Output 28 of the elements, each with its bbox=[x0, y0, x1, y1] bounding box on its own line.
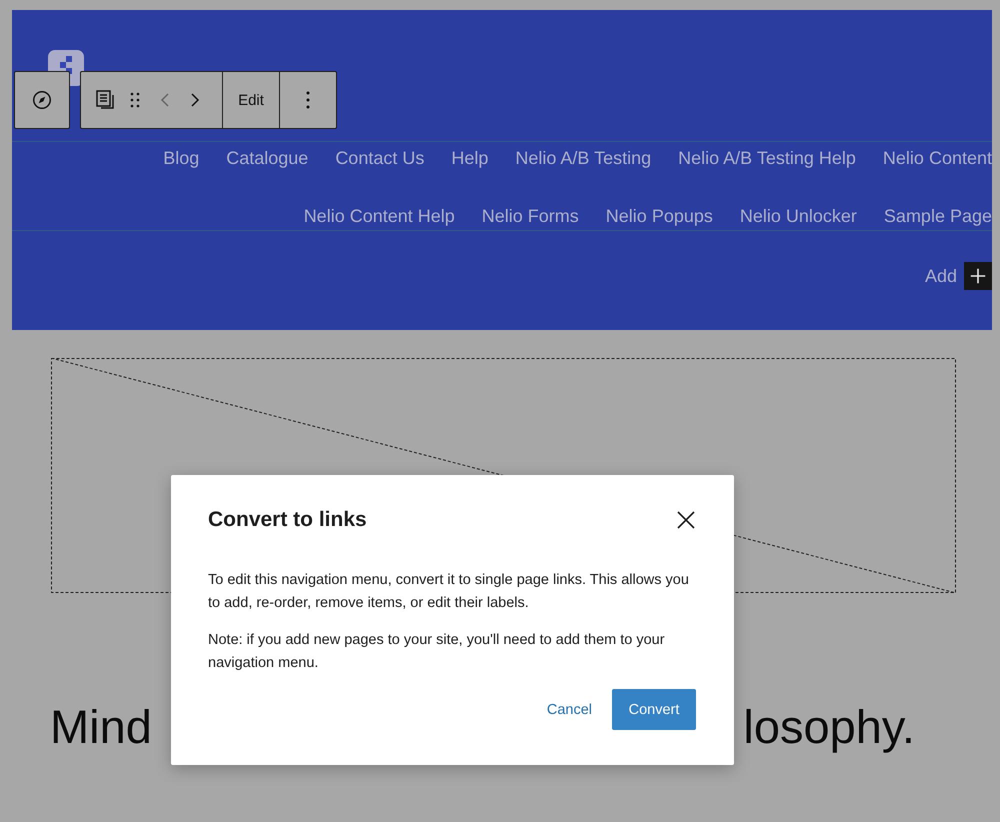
nav-link[interactable]: Nelio A/B Testing bbox=[515, 146, 652, 170]
heading-text: losophy. bbox=[743, 699, 915, 755]
close-icon bbox=[676, 510, 696, 530]
more-icon bbox=[306, 91, 310, 109]
dialog-title: Convert to links bbox=[208, 508, 367, 532]
chevron-left-icon bbox=[160, 92, 170, 108]
nav-link[interactable]: Nelio Content Help bbox=[304, 204, 455, 228]
plus-icon bbox=[969, 267, 987, 285]
heading-text: Mind bbox=[50, 699, 152, 755]
nav-link[interactable]: Help bbox=[451, 146, 488, 170]
add-label: Add bbox=[924, 266, 957, 286]
compass-icon bbox=[31, 89, 53, 111]
dialog-text: Note: if you add new pages to your site, you'll need to add them to your navigation menu. bbox=[208, 631, 666, 673]
drag-icon bbox=[129, 90, 141, 110]
add-button[interactable] bbox=[964, 262, 992, 290]
dialog-text: To edit this navigation menu, convert it to single page links. This allows you to add, re-order, remove items, or edit their labels. bbox=[208, 571, 690, 613]
nav-link[interactable]: Nelio A/B Testing Help bbox=[678, 146, 856, 170]
nav-link[interactable]: Blog bbox=[163, 146, 200, 170]
nav-link[interactable]: Nelio Forms bbox=[482, 204, 579, 228]
nav-link[interactable]: Contact Us bbox=[335, 146, 424, 170]
nav-link[interactable]: Catalogue bbox=[226, 146, 308, 170]
nav-link[interactable]: Nelio Unlocker bbox=[740, 204, 857, 228]
nav-link[interactable]: Nelio Popups bbox=[606, 204, 713, 228]
nav-link[interactable]: Sample Page bbox=[884, 204, 992, 228]
nav-link[interactable]: Nelio Content bbox=[882, 146, 992, 170]
convert-button[interactable]: Convert bbox=[612, 689, 696, 730]
chevron-right-icon bbox=[190, 92, 200, 108]
cancel-button[interactable]: Cancel bbox=[540, 694, 598, 726]
